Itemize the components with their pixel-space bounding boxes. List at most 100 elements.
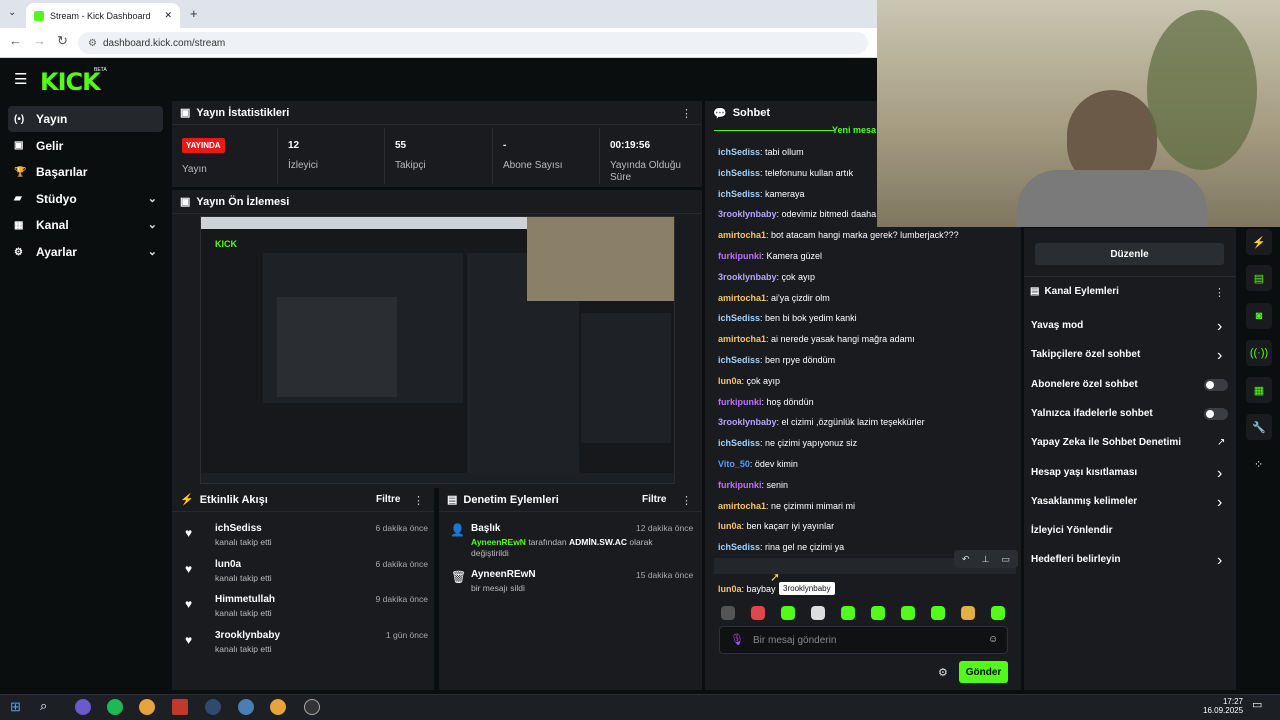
activity-user[interactable]: lun0a <box>215 559 241 570</box>
chat-username[interactable]: 3rooklynbaby <box>718 417 777 427</box>
chat-username[interactable]: 3rooklynbaby <box>718 272 777 282</box>
moderation-filter-button[interactable]: Filtre <box>642 494 666 505</box>
chevron-down-icon[interactable]: ⌄ <box>148 245 157 258</box>
emote-icon[interactable] <box>811 606 825 620</box>
sidebar-item-gear[interactable]: ⚙ Ayarlar ⌄ <box>8 239 163 265</box>
quick-action-tools[interactable]: 🔧 <box>1246 414 1272 440</box>
emote-icon[interactable] <box>751 606 765 620</box>
activity-user[interactable]: ichSediss <box>215 523 262 534</box>
mod-item-user[interactable]: AyneenREwN <box>471 537 526 547</box>
mic-icon[interactable]: 🎙 <box>730 633 744 646</box>
activity-filter-button[interactable]: Filtre <box>376 494 400 505</box>
channel-action-7[interactable]: İzleyici Yönlendir <box>1031 525 1113 536</box>
emote-icon[interactable] <box>991 606 1005 620</box>
chat-username[interactable]: ichSediss <box>718 147 760 157</box>
chat-username[interactable]: amirtocha1 <box>718 230 766 240</box>
spotify-icon[interactable] <box>107 699 123 715</box>
chat-username[interactable]: amirtocha1 <box>718 501 766 511</box>
quick-action-chat[interactable]: ◙ <box>1246 303 1272 329</box>
quick-action-broadcast[interactable]: ((·)) <box>1246 340 1272 366</box>
emote-icon[interactable] <box>871 606 885 620</box>
activity-user[interactable]: Himmetullah <box>215 594 275 605</box>
discord-icon[interactable] <box>75 699 91 715</box>
new-tab-button[interactable]: + <box>190 6 198 21</box>
toggle-switch[interactable] <box>1204 378 1228 391</box>
chevron-right-icon[interactable]: › <box>1217 465 1222 483</box>
emote-icon[interactable] <box>721 606 735 620</box>
toggle-switch[interactable] <box>1204 407 1228 420</box>
reply-icon[interactable]: ↶ <box>962 554 970 565</box>
edit-button[interactable]: Düzenle <box>1035 243 1224 265</box>
channel-actions-menu-icon[interactable]: ⋮ <box>1214 286 1225 299</box>
send-button[interactable]: Gönder <box>959 661 1008 683</box>
reload-icon[interactable]: ↻ <box>57 33 68 49</box>
clock[interactable]: 17:27 16.09.2025 <box>1203 697 1243 715</box>
channel-action-6[interactable]: Yasaklanmış kelimeler <box>1031 496 1137 507</box>
quick-action-doc[interactable]: ▤ <box>1246 265 1272 291</box>
channel-action-0[interactable]: Yavaş mod <box>1031 320 1083 331</box>
chat-username[interactable]: ichSediss <box>718 542 760 552</box>
activity-menu-icon[interactable]: ⋮ <box>413 494 424 507</box>
browser-tab[interactable]: Stream - Kick Dashboard ✕ <box>26 3 180 28</box>
pin-icon[interactable]: ⊥ <box>982 554 990 565</box>
delete-icon[interactable]: ▭ <box>1001 554 1010 565</box>
chrome-icon[interactable] <box>139 699 155 715</box>
activity-user[interactable]: 3rooklynbaby <box>215 630 280 641</box>
chat-username[interactable]: Vito_50 <box>718 459 750 469</box>
tab-list-icon[interactable]: ⌄ <box>8 7 16 18</box>
chat-username[interactable]: furkipunki <box>718 480 762 490</box>
obs-icon[interactable] <box>304 699 320 715</box>
chevron-right-icon[interactable]: › <box>1217 494 1222 512</box>
preview-video[interactable]: KICK <box>200 216 675 484</box>
sidebar-item-studio[interactable]: ▰ Stüdyo ⌄ <box>8 186 163 212</box>
search-icon[interactable]: ⌕ <box>40 698 47 714</box>
emote-icon[interactable] <box>781 606 795 620</box>
chevron-down-icon[interactable]: ⌄ <box>148 218 157 231</box>
vscode-icon[interactable] <box>238 699 254 715</box>
kick-logo[interactable]: KICK <box>40 68 101 96</box>
chat-username[interactable]: amirtocha1 <box>718 334 766 344</box>
emote-icon[interactable] <box>901 606 915 620</box>
more-actions-icon[interactable]: ⁘ <box>1254 458 1263 471</box>
steam-icon[interactable] <box>205 699 221 715</box>
chat-username[interactable]: ichSediss <box>718 313 760 323</box>
channel-action-8[interactable]: Hedefleri belirleyin <box>1031 554 1120 565</box>
forward-icon[interactable]: → <box>33 33 46 48</box>
sidebar-item-broadcast[interactable]: (•) Yayın <box>8 106 163 132</box>
back-icon[interactable]: ← <box>9 33 22 48</box>
chevron-right-icon[interactable]: › <box>1217 347 1222 365</box>
chat-username[interactable]: ichSediss <box>718 355 760 365</box>
channel-action-4[interactable]: Yapay Zeka ile Sohbet Denetimi <box>1031 437 1181 448</box>
chat-username[interactable]: 3rooklynbaby <box>718 209 777 219</box>
chevron-right-icon[interactable]: › <box>1217 552 1222 570</box>
chat-username[interactable]: ichSediss <box>718 189 760 199</box>
site-info-icon[interactable]: ⚙ <box>88 38 97 49</box>
chat-username[interactable]: lun0a <box>718 521 742 531</box>
external-link-icon[interactable]: ↗ <box>1217 437 1225 448</box>
sidebar-item-channel[interactable]: ▦ Kanal ⌄ <box>8 212 163 238</box>
url-field[interactable]: ⚙ dashboard.kick.com/stream <box>78 32 868 54</box>
emote-icon[interactable] <box>841 606 855 620</box>
chat-username[interactable]: ichSediss <box>718 168 760 178</box>
close-tab-icon[interactable]: ✕ <box>164 10 172 21</box>
chat-username[interactable]: ichSediss <box>718 438 760 448</box>
quick-action-bolt[interactable]: ⚡ <box>1246 229 1272 255</box>
chat-settings-icon[interactable]: ⚙ <box>938 666 948 679</box>
channel-action-3[interactable]: Yalnızca ifadelerle sohbet <box>1031 408 1153 419</box>
chevron-right-icon[interactable]: › <box>1217 318 1222 336</box>
channel-action-5[interactable]: Hesap yaşı kısıtlaması <box>1031 467 1137 478</box>
emote-icon[interactable] <box>961 606 975 620</box>
chat-username[interactable]: lun0a <box>718 584 742 594</box>
emote-icon[interactable] <box>931 606 945 620</box>
chrome-active-icon[interactable] <box>270 699 286 715</box>
sidebar-item-money[interactable]: ▣ Gelir <box>8 133 163 159</box>
moderation-menu-icon[interactable]: ⋮ <box>681 494 692 507</box>
menu-icon[interactable]: ☰ <box>14 70 27 88</box>
notification-icon[interactable]: ▭ <box>1252 698 1262 711</box>
chat-input[interactable]: 🎙 Bir mesaj gönderin ☺ <box>719 626 1008 654</box>
stats-menu-icon[interactable]: ⋮ <box>681 107 692 120</box>
start-icon[interactable]: ⊞ <box>10 699 21 715</box>
chat-username[interactable]: furkipunki <box>718 397 762 407</box>
quick-action-layout[interactable]: ▦ <box>1246 377 1272 403</box>
sidebar-item-trophy[interactable]: 🏆 Başarılar <box>8 159 163 185</box>
